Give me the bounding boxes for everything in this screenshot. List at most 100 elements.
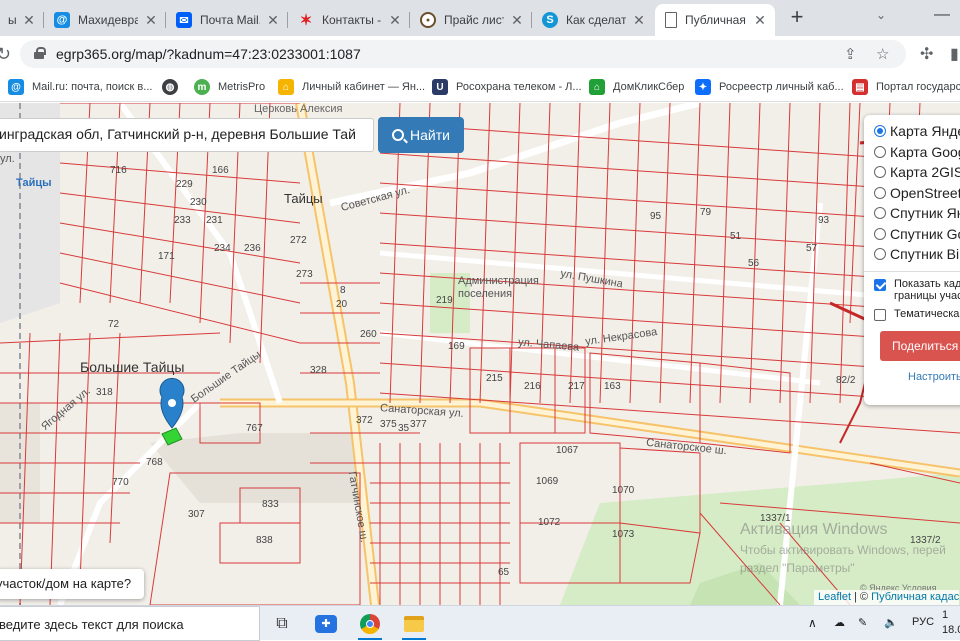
clock-date[interactable]: 18.0 [942,624,960,636]
thematic-toggle[interactable]: Тематическа [874,308,960,321]
share-button[interactable]: Поделиться [880,330,960,361]
cadastral-map[interactable]: 716 229 166 230 233 231 171 234 272 236 273 72 219 26… [0,103,960,605]
close-icon[interactable]: ✕ [144,12,158,29]
tab-4[interactable]: ● Прайс лист ✕ [412,4,532,36]
address-bar[interactable]: egrp365.org/map/?kadnum=47:23:0233001:10… [20,40,906,68]
find-button[interactable]: Найти [378,117,464,153]
parcel-number[interactable]: 273 [296,269,313,280]
parcel-number[interactable]: 169 [448,341,465,352]
parcel-number[interactable]: 51 [730,231,741,242]
speaker-icon[interactable]: 🔈 [884,616,898,629]
bookmark-rosohrana[interactable]: U Росохрана телеком - Л... [432,79,582,95]
radio-button[interactable] [874,145,886,158]
parcel-number[interactable]: 328 [310,365,327,376]
parcel-number[interactable]: 377 [410,419,427,430]
parcel-number[interactable]: 8 [340,285,346,296]
parcel-number[interactable]: 375 [380,419,397,430]
parcel-number[interactable]: 767 [246,423,263,434]
plot-prompt-popup[interactable]: участок/дом на карте? [0,569,144,599]
radio-button[interactable] [874,125,886,138]
parcel-number[interactable]: 770 [112,477,129,488]
language-indicator[interactable]: РУС [912,616,934,628]
bookmark-yandex-cabinet[interactable]: ⌂ Личный кабинет — Ян... [278,79,425,95]
parcel-number[interactable]: 79 [700,207,711,218]
chevron-down-icon[interactable]: ⌄ [876,8,886,22]
tab-0[interactable]: ы... ✕ [0,4,44,36]
close-icon[interactable]: ✕ [510,12,524,29]
tab-5[interactable]: S Как сделать ✕ [534,4,654,36]
taskbar-search-input[interactable]: ведите здесь текст для поиска [0,606,260,641]
parcel-number[interactable]: 1070 [612,485,634,496]
parcel-number[interactable]: 233 [174,215,191,226]
parcel-number[interactable]: 1067 [556,445,578,456]
task-view-button[interactable]: ⧉ [262,608,302,640]
radio-button[interactable] [874,227,886,240]
show-cadastral-toggle[interactable]: Показать кад границы учас [874,278,960,302]
parcel-number[interactable]: 56 [748,258,759,269]
new-tab-button[interactable]: + [787,6,807,30]
parcel-number[interactable]: 234 [214,243,231,254]
parcel-number[interactable]: 307 [188,509,205,520]
close-icon[interactable]: ✕ [266,12,280,29]
network-icon[interactable]: ☁ [834,616,845,629]
minimize-icon[interactable]: — [934,6,950,24]
parcel-number[interactable]: 833 [262,499,279,510]
checkbox[interactable] [874,278,886,291]
parcel-number[interactable]: 1072 [538,517,560,528]
parcel-number[interactable]: 216 [524,381,541,392]
radio-button[interactable] [874,166,886,179]
checkbox[interactable] [874,308,886,321]
tray-chevron-icon[interactable]: ∧ [808,616,817,630]
layer-yandex-satellite[interactable]: Спутник Ян [874,203,960,224]
pen-icon[interactable]: ✎ [858,616,867,629]
parcel-number[interactable]: 236 [244,243,261,254]
layer-yandex-map[interactable]: Карта Янде [874,121,960,142]
layer-google-satellite[interactable]: Спутник Go [874,224,960,245]
extensions-icon[interactable]: ✣ [920,44,933,64]
close-icon[interactable]: ✕ [632,12,646,29]
url-text[interactable]: egrp365.org/map/?kadnum=47:23:0233001:10… [56,46,361,62]
parcel-number[interactable]: 215 [486,373,503,384]
parcel-number[interactable]: 716 [110,165,127,176]
bookmark-metris[interactable]: m MetrisPro [194,79,265,95]
bookmark-gosuslugi[interactable]: ▤ Портал государств [852,79,960,95]
configure-link[interactable]: Настроить [908,371,960,383]
explorer-app-button[interactable] [394,608,434,640]
parcel-number[interactable]: 20 [336,299,347,310]
parcel-number[interactable]: 231 [206,215,223,226]
parcel-number[interactable]: 318 [96,387,113,398]
radio-button[interactable] [874,186,886,199]
parcel-number[interactable]: 82/2 [836,375,855,386]
tab-1[interactable]: @ Махидевран ✕ [46,4,166,36]
tab-3[interactable]: ✶ Контакты - ✕ [290,4,410,36]
parcel-number[interactable]: 217 [568,381,585,392]
parcel-number[interactable]: 163 [604,381,621,392]
parcel-number[interactable]: 35 [398,423,409,434]
bookmark-mailru[interactable]: @ Mail.ru: почта, поиск в... [8,79,152,95]
lock-icon[interactable] [34,47,46,59]
clock-time[interactable]: 1 [942,609,948,621]
layer-google-map[interactable]: Карта Goog [874,142,960,163]
bookmark-globe[interactable]: ◍ [162,79,186,95]
bookmark-star-icon[interactable]: ☆ [876,45,889,63]
close-icon[interactable]: ✕ [753,12,767,29]
layer-bing-satellite[interactable]: Спутник Bi [874,244,960,265]
radio-button[interactable] [874,207,886,220]
parcel-number[interactable]: 171 [158,251,175,262]
parcel-number[interactable]: 219 [436,295,453,306]
game-app-button[interactable]: ✚ [306,608,346,640]
close-icon[interactable]: ✕ [388,12,402,29]
parcel-number[interactable]: 95 [650,211,661,222]
parcel-number[interactable]: 57 [806,243,817,254]
profile-icon[interactable]: ▮ [950,44,959,64]
layer-osm[interactable]: OpenStreet [874,183,960,204]
bookmark-domclick[interactable]: ⌂ ДомКликСбер [589,79,684,95]
close-icon[interactable]: ✕ [22,12,36,29]
parcel-number[interactable]: 230 [190,197,207,208]
tab-2[interactable]: ✉ Почта Mail.r ✕ [168,4,288,36]
parcel-number[interactable]: 272 [290,235,307,246]
share-icon[interactable]: ⇪ [844,45,857,63]
bookmark-rosreestr[interactable]: ✦ Росреестр личный каб... [695,79,844,95]
chrome-app-button[interactable] [350,608,390,640]
parcel-number[interactable]: 93 [818,215,829,226]
